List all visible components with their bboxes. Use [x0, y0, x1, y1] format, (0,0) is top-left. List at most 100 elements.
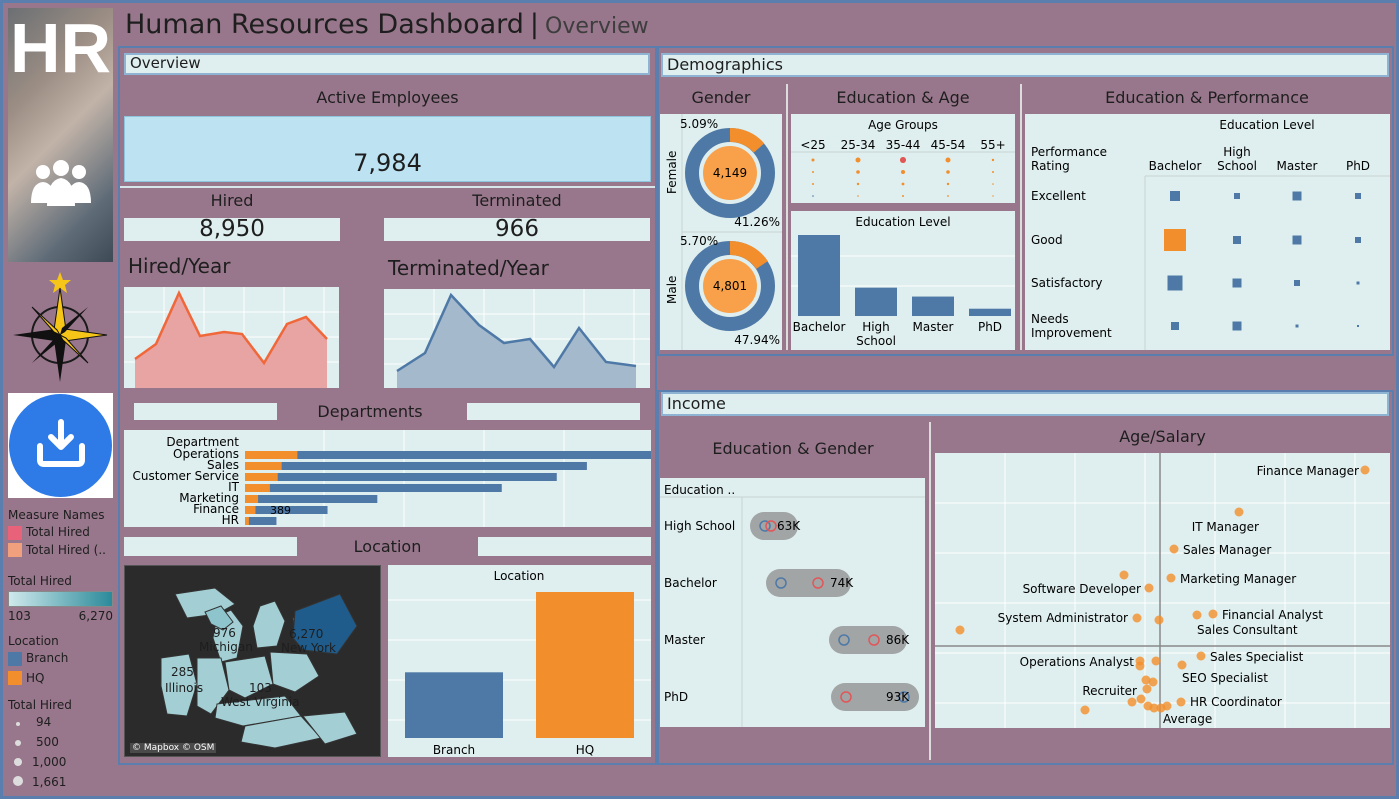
perf-square[interactable] [1292, 235, 1302, 245]
dept-bar-total[interactable] [245, 462, 587, 470]
perf-square[interactable] [1292, 191, 1302, 201]
dept-bar-total[interactable] [245, 473, 557, 481]
active-employees-card: 7,984 [124, 116, 651, 182]
divider [786, 84, 788, 350]
map-label-name: West Virginia [221, 695, 300, 709]
edu-level-bar[interactable] [855, 287, 897, 316]
dept-bar-total[interactable] [245, 517, 277, 525]
edu-level-bar[interactable] [798, 235, 840, 316]
male-center: 4,801 [713, 279, 747, 293]
edu-level-label: High [862, 320, 890, 334]
location-bar-chart[interactable]: Location Branch HQ [388, 565, 651, 757]
dept-bar-total[interactable] [245, 495, 378, 503]
departments-title: Departments [317, 402, 423, 421]
age-groups-chart[interactable]: Age Groups <25 25-34 35-44 45-54 55+ [791, 114, 1015, 203]
location-bar[interactable] [405, 672, 503, 738]
overview-title: Overview [124, 53, 650, 75]
terminated-year-chart[interactable] [384, 289, 650, 388]
male-bottom-pct: 47.94% [734, 333, 780, 347]
dumbbell-value: 74K [830, 576, 854, 590]
dept-bar-segment[interactable] [245, 517, 249, 525]
location-map[interactable]: 976 Michigan 6,270 New York 285 Illinois 10… [124, 565, 381, 757]
perf-square[interactable] [1294, 280, 1300, 286]
perf-square[interactable] [1234, 193, 1240, 199]
perf-square[interactable] [1355, 193, 1361, 199]
age-group-label: <25 [800, 138, 825, 152]
map-label-value: 285 [171, 665, 194, 679]
scatter-label: Sales Manager [1183, 543, 1271, 557]
edu-gender-chart[interactable]: Education .. High School 63K Bachelor 74K Ma… [660, 478, 925, 727]
age-group-label: 25-34 [841, 138, 876, 152]
perf-square[interactable] [1171, 322, 1179, 330]
compass-star-icon[interactable] [10, 270, 110, 385]
perf-row-label: Improvement [1031, 326, 1112, 340]
perf-square[interactable] [1167, 275, 1183, 291]
departments-filter-left[interactable] [134, 403, 277, 420]
dept-bar-segment[interactable] [245, 484, 270, 492]
perf-square[interactable] [1355, 237, 1361, 243]
perf-square[interactable] [1232, 321, 1242, 331]
ramp-max: 6,270 [78, 609, 113, 623]
map-label-name: New York [281, 641, 336, 655]
page-title: Human Resources Dashboard | Overview [125, 9, 649, 40]
education-level-chart[interactable]: Education Level Bachelor HighSchool Master… [791, 211, 1015, 350]
location-bar-label: Branch [433, 743, 475, 757]
departments-filter-right[interactable] [467, 403, 640, 420]
download-icon [37, 419, 85, 467]
perf-square[interactable] [1295, 324, 1299, 328]
perf-col-label: PhD [1346, 159, 1370, 173]
perf-square[interactable] [1357, 325, 1359, 327]
dept-bar-segment[interactable] [245, 451, 298, 459]
divider [929, 422, 931, 760]
hr-logo-text: HR [10, 9, 112, 87]
edu-perf-chart[interactable]: Education Level Performance Rating Bachel… [1025, 114, 1390, 350]
location-filter-left[interactable] [124, 537, 297, 556]
hired-label: Hired [210, 191, 254, 210]
dept-bar-segment[interactable] [245, 506, 256, 514]
ramp-min: 103 [8, 609, 31, 623]
perf-col-label: School [1217, 159, 1257, 173]
scatter-label: Financial Analyst [1222, 608, 1323, 622]
perf-row-label: Needs [1031, 312, 1069, 326]
dept-bar-segment[interactable] [245, 462, 282, 470]
age-salary-chart[interactable]: Finance Manager IT Manager Sales Manager… [935, 453, 1390, 728]
edu-gender-row-label: Master [664, 633, 705, 647]
legend-title: Location [8, 634, 59, 648]
scatter-label: SEO Specialist [1182, 671, 1268, 685]
dept-bar-segment[interactable] [245, 495, 259, 503]
legend-item: 94 [36, 715, 52, 729]
hired-year-chart[interactable] [124, 287, 339, 388]
income-title: Income [661, 392, 1389, 416]
edu-level-bar[interactable] [912, 296, 954, 316]
male-label: Male [665, 276, 679, 304]
perf-square[interactable] [1164, 229, 1186, 251]
download-button[interactable] [8, 393, 113, 498]
legend-title: Measure Names [8, 508, 105, 522]
people-icon [31, 160, 91, 206]
departments-chart[interactable]: Department OperationsSalesCustomer Servi… [124, 430, 651, 527]
map-label-value: 103 [249, 681, 272, 695]
perf-col-label: Bachelor [1149, 159, 1202, 173]
gender-chart[interactable]: Female Male 4,149 4,801 5.09% 41.26% 5.7… [660, 114, 782, 350]
edu-gender-row-label: PhD [664, 690, 688, 704]
perf-col-label: High [1223, 145, 1251, 159]
location-bar[interactable] [536, 592, 634, 738]
map-shapes [160, 587, 358, 749]
perf-square[interactable] [1233, 236, 1241, 244]
legend-item: 1,661 [32, 775, 67, 789]
dumbbell-value: 86K [886, 633, 910, 647]
map-label-name: Michigan [199, 640, 253, 654]
edu-level-bar[interactable] [969, 308, 1011, 316]
map-label-value: 6,270 [289, 627, 324, 641]
dept-bar-segment[interactable] [245, 473, 278, 481]
scatter-label: HR Coordinator [1190, 695, 1282, 709]
perf-square[interactable] [1356, 281, 1360, 285]
perf-square[interactable] [1170, 191, 1180, 201]
location-filter-right[interactable] [478, 537, 651, 556]
edu-col-header: Education .. [664, 483, 735, 497]
scatter-label: System Administrator [998, 611, 1128, 625]
perf-square[interactable] [1232, 278, 1242, 288]
dept-bar-total[interactable] [245, 451, 651, 459]
location-bar-label: HQ [576, 743, 594, 757]
dept-bar-total[interactable] [245, 484, 502, 492]
